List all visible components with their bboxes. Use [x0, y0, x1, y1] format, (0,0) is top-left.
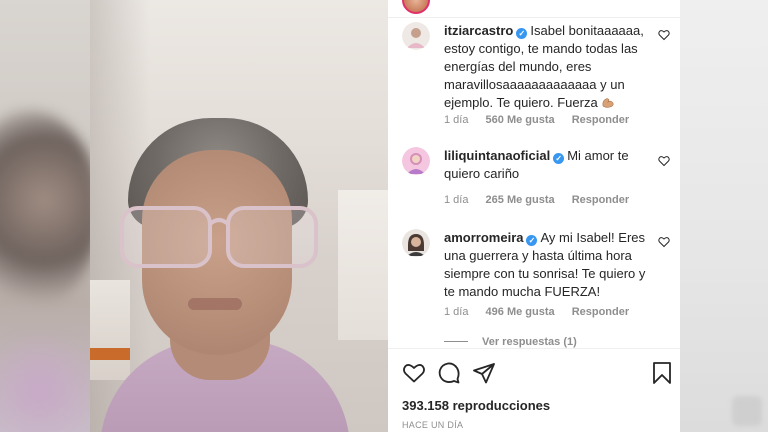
paper-plane-icon[interactable] — [472, 361, 496, 385]
blurred-backdrop-left — [0, 0, 90, 432]
avatar[interactable] — [402, 229, 430, 257]
view-count[interactable]: 393.158 reproducciones — [402, 398, 550, 413]
view-replies-label: Ver respuestas (1) — [482, 336, 577, 348]
action-bar — [388, 348, 680, 398]
video-player[interactable] — [90, 0, 388, 432]
comments-panel: itziarcastro ✓ Isabel bonitaaaaaa, estoy c… — [388, 0, 680, 432]
glasses-graphic — [120, 206, 318, 268]
reply-button[interactable]: Responder — [572, 194, 629, 206]
comment-time: 1 día — [444, 306, 469, 318]
view-replies-link[interactable]: Ver respuestas (1) — [444, 336, 577, 348]
reply-button[interactable]: Responder — [572, 306, 629, 318]
heart-icon[interactable] — [402, 361, 426, 385]
comment-likes[interactable]: 560 Me gusta — [486, 114, 555, 126]
comment-username[interactable]: amorromeira — [444, 230, 523, 245]
heart-icon[interactable] — [658, 29, 670, 41]
comment-time: 1 día — [444, 194, 469, 206]
bookmark-icon[interactable] — [650, 361, 674, 385]
comment-icon[interactable] — [437, 361, 461, 385]
comment-meta: 1 día 560 Me gusta Responder — [444, 114, 643, 126]
comment-likes[interactable]: 496 Me gusta — [486, 306, 555, 318]
verified-icon: ✓ — [516, 28, 528, 39]
verified-icon: ✓ — [553, 153, 565, 164]
avatar[interactable] — [402, 22, 430, 50]
heart-icon[interactable] — [658, 155, 670, 167]
comment-meta: 1 día 265 Me gusta Responder — [444, 194, 643, 206]
comment-time: 1 día — [444, 114, 469, 126]
comment-body: itziarcastro ✓ Isabel bonitaaaaaa, estoy c… — [444, 22, 656, 112]
heart-icon[interactable] — [658, 236, 670, 248]
comment-meta: 1 día 496 Me gusta Responder — [444, 306, 643, 318]
comment-likes[interactable]: 265 Me gusta — [486, 194, 555, 206]
author-avatar[interactable] — [402, 0, 430, 14]
flexed-biceps-icon — [602, 98, 614, 108]
comment-body: liliquintanaoficial ✓ Mi amor te quiero ca… — [444, 147, 656, 183]
avatar[interactable] — [402, 147, 430, 175]
blurred-backdrop-right — [680, 0, 768, 432]
comment-body: amorromeira ✓ Ay mi Isabel! Eres una guerr… — [444, 229, 656, 301]
reply-button[interactable]: Responder — [572, 114, 629, 126]
verified-icon: ✓ — [526, 235, 538, 246]
post-timestamp: HACE UN DÍA — [402, 420, 464, 430]
comment-username[interactable]: liliquintanaoficial — [444, 148, 550, 163]
comment-username[interactable]: itziarcastro — [444, 23, 513, 38]
